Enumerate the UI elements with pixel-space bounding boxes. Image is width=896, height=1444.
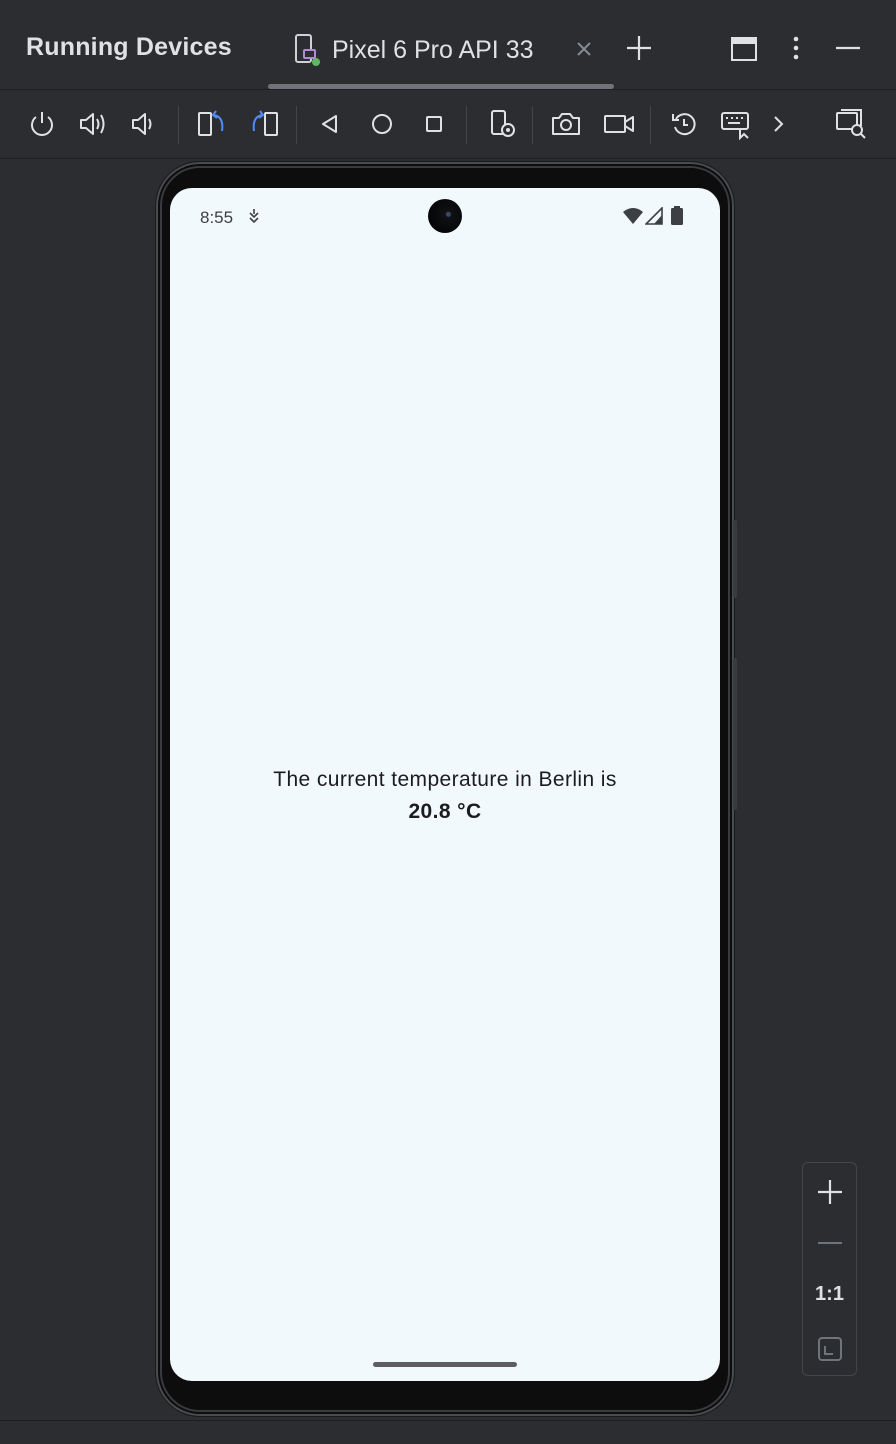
gesture-navigation-handle[interactable] bbox=[373, 1362, 517, 1367]
tab-selection-indicator bbox=[268, 84, 614, 89]
wifi-icon bbox=[623, 208, 643, 224]
toolbar-separator bbox=[178, 106, 179, 144]
panel-title: Running Devices bbox=[26, 33, 232, 61]
device-screen[interactable]: 8:55 The current temperature in Berlin i… bbox=[170, 188, 720, 1381]
battery-icon bbox=[671, 206, 683, 225]
device-explorer-icon[interactable] bbox=[834, 108, 868, 140]
toolbar-separator bbox=[466, 106, 467, 144]
front-camera bbox=[428, 199, 462, 233]
zoom-out-icon[interactable] bbox=[816, 1233, 844, 1253]
add-device-icon[interactable] bbox=[624, 33, 654, 63]
toolbar-separator bbox=[650, 106, 651, 144]
volume-down-icon[interactable] bbox=[130, 110, 158, 138]
device-settings-icon[interactable] bbox=[488, 108, 520, 140]
zoom-fit-icon[interactable] bbox=[816, 1335, 844, 1363]
zoom-actual-size-button[interactable]: 1:1 bbox=[803, 1283, 856, 1306]
device-tab[interactable]: Pixel 6 Pro API 33 bbox=[292, 28, 534, 72]
close-tab-icon[interactable] bbox=[574, 39, 594, 59]
device-tab-label: Pixel 6 Pro API 33 bbox=[332, 35, 534, 64]
zoom-controls: 1:1 bbox=[802, 1162, 857, 1376]
more-actions-chevron-icon[interactable] bbox=[768, 112, 788, 136]
status-bar-time: 8:55 bbox=[200, 208, 234, 227]
screen-record-icon[interactable] bbox=[602, 110, 636, 138]
options-menu-icon[interactable] bbox=[784, 33, 808, 63]
device-toolbar bbox=[0, 90, 896, 159]
toolbar-separator bbox=[532, 106, 533, 144]
device-tab-icon bbox=[295, 34, 320, 66]
minimize-icon[interactable] bbox=[834, 38, 862, 58]
phone-volume-button[interactable] bbox=[733, 658, 737, 810]
bottom-edge bbox=[0, 1420, 896, 1444]
rotate-right-icon[interactable] bbox=[248, 109, 280, 139]
overview-icon[interactable] bbox=[422, 112, 446, 136]
back-icon[interactable] bbox=[318, 112, 342, 136]
volume-up-icon[interactable] bbox=[78, 110, 108, 138]
cellular-signal-icon bbox=[645, 207, 663, 225]
zoom-in-icon[interactable] bbox=[816, 1178, 844, 1206]
debug-notification-icon bbox=[249, 209, 259, 224]
window-layout-icon[interactable] bbox=[730, 35, 758, 63]
reset-icon[interactable] bbox=[670, 110, 698, 138]
phone-power-button[interactable] bbox=[733, 520, 737, 598]
temperature-value: 20.8 °C bbox=[408, 800, 482, 823]
toolbar-separator bbox=[296, 106, 297, 144]
temperature-message: The current temperature in Berlin is bbox=[273, 768, 617, 791]
rotate-left-icon[interactable] bbox=[196, 109, 228, 139]
tool-window-header: Running Devices Pixel 6 Pro API 33 bbox=[0, 0, 896, 90]
screenshot-icon[interactable] bbox=[550, 110, 582, 138]
power-icon[interactable] bbox=[28, 110, 56, 138]
keyboard-icon[interactable] bbox=[720, 110, 752, 140]
home-icon[interactable] bbox=[370, 112, 394, 136]
